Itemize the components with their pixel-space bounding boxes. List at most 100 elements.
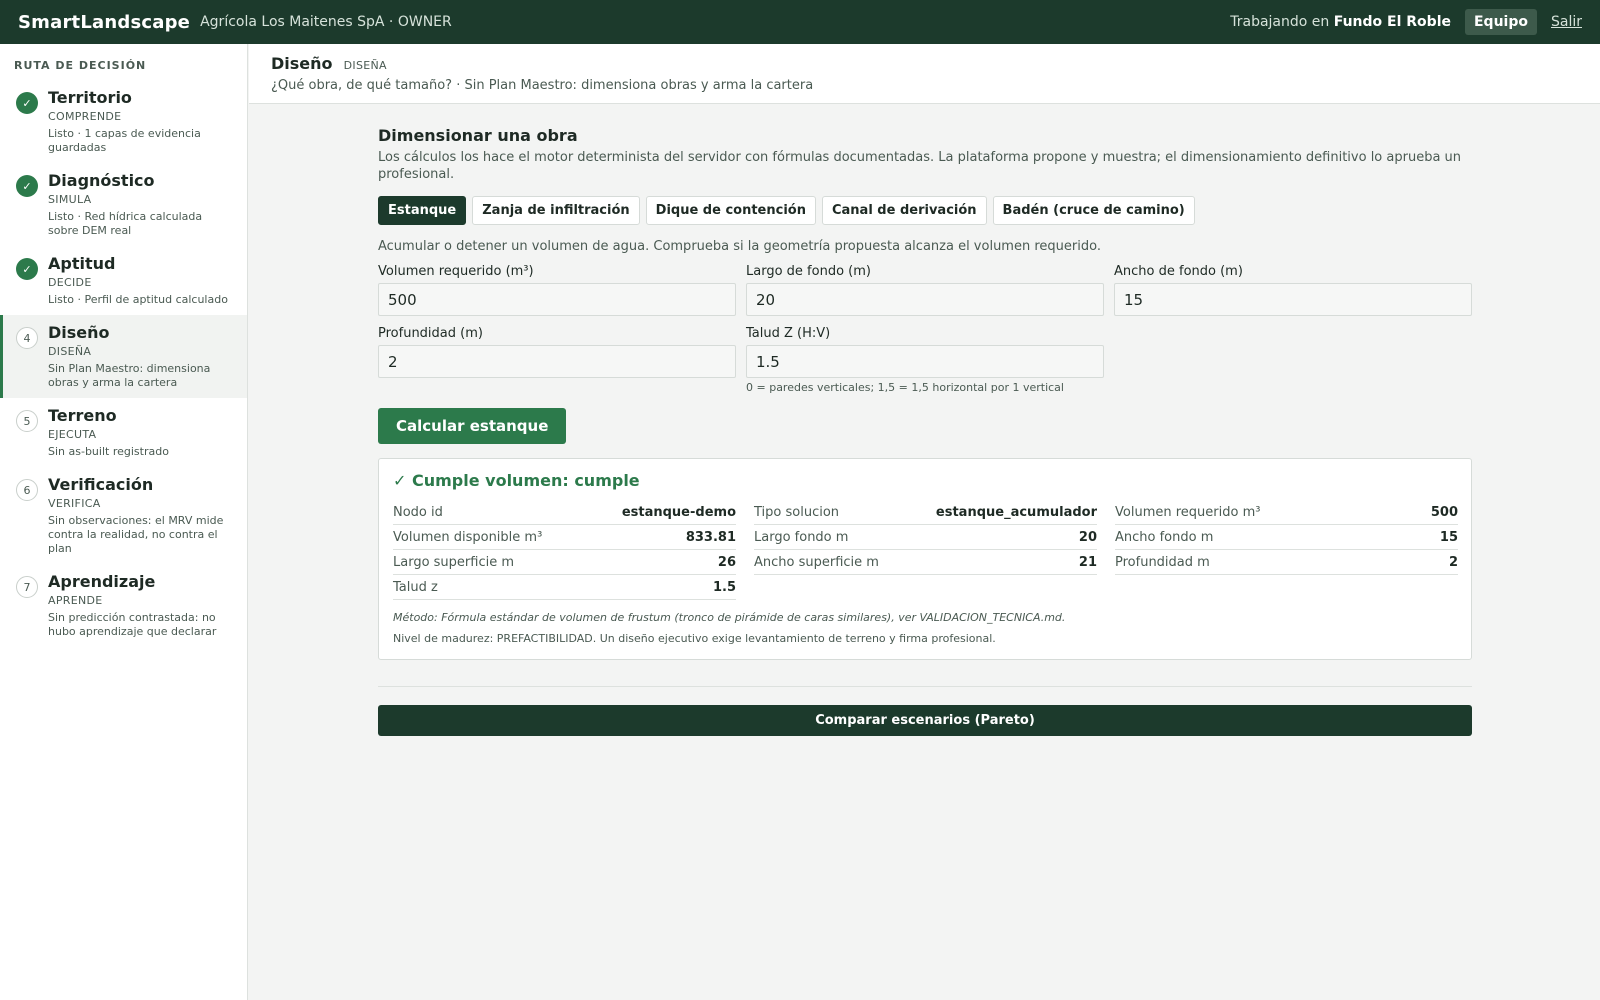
divider xyxy=(378,686,1472,687)
check-icon: ✓ xyxy=(16,175,38,197)
step-number-badge: 4 xyxy=(16,327,38,349)
result-row: Volumen disponible m³ 833.81 xyxy=(393,525,736,550)
largo-input[interactable] xyxy=(746,283,1104,316)
result-key: Volumen disponible m³ xyxy=(393,530,543,545)
tab-zanja-infiltracion[interactable]: Zanja de infiltración xyxy=(472,196,640,225)
sidebar-title: RUTA DE DECISIÓN xyxy=(14,59,147,72)
result-heading: ✓ Cumple volumen: cumple xyxy=(393,471,640,490)
result-key: Largo superficie m xyxy=(393,555,515,570)
step-name: Diseño xyxy=(48,323,110,342)
result-row: Volumen requerido m³ 500 xyxy=(1115,500,1458,525)
tab-estanque[interactable]: Estanque xyxy=(378,196,467,225)
step-name: Territorio xyxy=(48,88,132,107)
top-bar: SmartLandscape Agrícola Los Maitenes SpA… xyxy=(0,0,1600,44)
result-row: Talud z 1.5 xyxy=(393,575,736,600)
step-phase: DISEÑA xyxy=(48,345,92,358)
calculate-pond-button[interactable]: Calcular estanque xyxy=(378,408,567,444)
step-status: Sin as-built registrado xyxy=(48,445,169,458)
check-icon: ✓ xyxy=(16,92,38,114)
sidebar-step-territorio[interactable]: ✓ Territorio COMPRENDE Listo · 1 capas d… xyxy=(0,80,247,163)
working-farm: Fundo El Roble xyxy=(1333,14,1451,30)
compare-scenarios-button[interactable]: Comparar escenarios (Pareto) xyxy=(378,705,1472,736)
ancho-field: Ancho de fondo (m) xyxy=(1114,264,1472,316)
volumen-input[interactable] xyxy=(378,283,736,316)
result-key: Profundidad m xyxy=(1115,555,1210,570)
step-phase: COMPRENDE xyxy=(48,110,122,123)
result-row: Nodo id estanque-demo xyxy=(393,500,736,525)
volumen-field: Volumen requerido (m³) xyxy=(378,264,736,316)
step-phase: EJECUTA xyxy=(48,428,97,441)
tab-baden[interactable]: Badén (cruce de camino) xyxy=(992,196,1195,225)
result-row: Largo superficie m 26 xyxy=(393,550,736,575)
step-phase: DECIDE xyxy=(48,276,92,289)
step-number-badge: 5 xyxy=(16,410,38,432)
team-button[interactable]: Equipo xyxy=(1464,9,1537,35)
page-subtitle: ¿Qué obra, de qué tamaño? · Sin Plan Mae… xyxy=(271,78,814,93)
result-key: Volumen requerido m³ xyxy=(1115,505,1261,520)
result-row: Ancho fondo m 15 xyxy=(1115,525,1458,550)
main-content: Dimensionar una obra Los cálculos los ha… xyxy=(378,104,1472,736)
working-prefix: Trabajando en xyxy=(1230,14,1330,30)
result-key: Talud z xyxy=(393,580,438,595)
talud-field: Talud Z (H:V) 0 = paredes verticales; 1,… xyxy=(746,326,1104,394)
largo-field: Largo de fondo (m) xyxy=(746,264,1104,316)
result-row: Tipo solucion estanque_acumulador xyxy=(754,500,1097,525)
ancho-label: Ancho de fondo (m) xyxy=(1114,264,1243,279)
talud-input[interactable] xyxy=(746,345,1104,378)
maturity-note: Nivel de madurez: PREFACTIBILIDAD. Un di… xyxy=(393,632,996,645)
step-status: Listo · Red hídrica calculada sobre DEM … xyxy=(48,210,203,237)
profundidad-input[interactable] xyxy=(378,345,736,378)
sidebar-step-diseno[interactable]: 4 Diseño DISEÑA Sin Plan Maestro: dimens… xyxy=(0,315,247,398)
tab-canal-derivacion[interactable]: Canal de derivación xyxy=(821,196,987,225)
result-key: Ancho fondo m xyxy=(1115,530,1214,545)
logout-link[interactable]: Salir xyxy=(1551,14,1582,30)
result-value: 1.5 xyxy=(712,580,736,595)
result-value: estanque_acumulador xyxy=(935,505,1097,520)
sidebar-step-aprendizaje[interactable]: 7 Aprendizaje APRENDE Sin predicción con… xyxy=(0,564,247,647)
brand-logo[interactable]: SmartLandscape xyxy=(18,12,190,33)
result-key: Largo fondo m xyxy=(754,530,849,545)
check-icon: ✓ xyxy=(16,258,38,280)
step-phase: VERIFICA xyxy=(48,497,101,510)
ancho-input[interactable] xyxy=(1114,283,1472,316)
sidebar-step-aptitud[interactable]: ✓ Aptitud DECIDE Listo · Perfil de aptit… xyxy=(0,246,247,315)
page-header: Diseño DISEÑA ¿Qué obra, de qué tamaño? … xyxy=(249,44,1600,104)
step-status: Listo · 1 capas de evidencia guardadas xyxy=(48,127,201,154)
result-value: 26 xyxy=(717,555,736,570)
pond-form: Volumen requerido (m³) Largo de fondo (m… xyxy=(378,264,1472,394)
sidebar-step-verificacion[interactable]: 6 Verificación VERIFICA Sin observacione… xyxy=(0,467,247,564)
result-value: 21 xyxy=(1078,555,1097,570)
section-description: Los cálculos los hace el motor determini… xyxy=(378,150,1462,182)
result-row: Profundidad m 2 xyxy=(1115,550,1458,575)
tab-dique-contencion[interactable]: Dique de contención xyxy=(645,196,816,225)
step-number-badge: 7 xyxy=(16,576,38,598)
step-phase: APRENDE xyxy=(48,594,103,607)
volumen-label: Volumen requerido (m³) xyxy=(378,264,534,279)
talud-label: Talud Z (H:V) xyxy=(746,326,831,341)
profundidad-field: Profundidad (m) xyxy=(378,326,736,394)
result-value: 500 xyxy=(1430,505,1458,520)
result-value: 15 xyxy=(1439,530,1458,545)
result-key: Ancho superficie m xyxy=(754,555,879,570)
organization-label: Agrícola Los Maitenes SpA · OWNER xyxy=(200,14,452,30)
step-status: Listo · Perfil de aptitud calculado xyxy=(48,293,228,306)
result-panel: ✓ Cumple volumen: cumple Nodo id estanque… xyxy=(378,458,1472,660)
result-value: 833.81 xyxy=(685,530,736,545)
result-key: Tipo solucion xyxy=(754,505,840,520)
sidebar-step-diagnostico[interactable]: ✓ Diagnóstico SIMULA Listo · Red hídrica… xyxy=(0,163,247,246)
work-type-tabs: Estanque Zanja de infiltración Dique de … xyxy=(378,196,1472,225)
step-phase: SIMULA xyxy=(48,193,92,206)
result-value: estanque-demo xyxy=(621,505,736,520)
step-number-badge: 6 xyxy=(16,479,38,501)
result-table: Nodo id estanque-demo Tipo solucion estanq… xyxy=(393,500,1458,600)
result-key: Nodo id xyxy=(393,505,443,520)
page-phase-tag: DISEÑA xyxy=(343,59,387,72)
step-name: Aptitud xyxy=(48,254,116,273)
section-title: Dimensionar una obra xyxy=(378,126,578,145)
step-name: Terreno xyxy=(48,406,117,425)
sidebar-step-terreno[interactable]: 5 Terreno EJECUTA Sin as-built registrad… xyxy=(0,398,247,467)
step-status: Sin predicción contrastada: no hubo apre… xyxy=(48,611,217,638)
talud-hint: 0 = paredes verticales; 1,5 = 1,5 horizo… xyxy=(746,381,1064,394)
profundidad-label: Profundidad (m) xyxy=(378,326,483,341)
result-value: 20 xyxy=(1078,530,1097,545)
